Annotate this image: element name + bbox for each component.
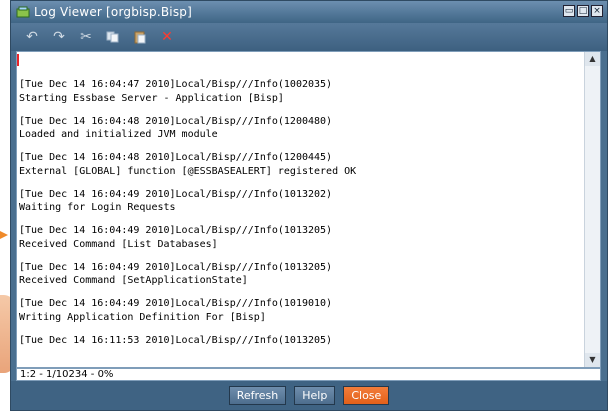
- log-entry-message: Starting Essbase Server - Application [B…: [19, 92, 284, 104]
- undo-icon[interactable]: ↶: [23, 28, 41, 46]
- background-arrow-icon: [0, 231, 8, 239]
- log-entry-header: [Tue Dec 14 16:04:49 2010]Local/Bisp///I…: [19, 261, 333, 273]
- log-entry-message: Received Command [List Databases]: [19, 238, 218, 250]
- refresh-button[interactable]: Refresh: [228, 386, 287, 405]
- log-entry-header: [Tue Dec 14 16:04:49 2010]Local/Bisp///I…: [19, 188, 333, 200]
- maximize-icon[interactable]: □: [577, 5, 589, 17]
- status-bar: 1:2 - 1/10234 - 0%: [16, 368, 601, 381]
- log-entry: [Tue Dec 14 16:11:53 2010]Local/Bisp///I…: [19, 334, 579, 348]
- cut-icon[interactable]: ✂: [77, 28, 95, 46]
- log-entry-header: [Tue Dec 14 16:04:48 2010]Local/Bisp///I…: [19, 115, 333, 127]
- log-entry: [Tue Dec 14 16:04:48 2010]Local/Bisp///I…: [19, 115, 579, 142]
- log-entry: [Tue Dec 14 16:04:48 2010]Local/Bisp///I…: [19, 151, 579, 178]
- delete-icon[interactable]: ✕: [158, 28, 176, 46]
- paste-icon[interactable]: [131, 28, 149, 46]
- log-entry: [Tue Dec 14 16:04:49 2010]Local/Bisp///I…: [19, 224, 579, 251]
- log-entry-header: [Tue Dec 14 16:04:48 2010]Local/Bisp///I…: [19, 152, 333, 163]
- help-button[interactable]: Help: [294, 386, 336, 405]
- log-entry-header: [Tue Dec 14 16:11:53 2010]Local/Bisp///I…: [19, 334, 333, 346]
- log-viewer-window: Log Viewer [orgbisp.Bisp] ▭ □ × ↶ ↷ ✂ ✕ …: [10, 0, 608, 411]
- log-entry-message: External [GLOBAL] function [@ESSBASEALER…: [19, 165, 357, 177]
- log-entry-header: [Tue Dec 14 16:04:49 2010]Local/Bisp///I…: [19, 225, 333, 236]
- log-text-area[interactable]: [Tue Dec 14 16:04:47 2010]Local/Bisp///I…: [16, 51, 601, 368]
- footer-buttons: Refresh Help Close: [11, 381, 607, 410]
- log-entry-header: [Tue Dec 14 16:04:49 2010]Local/Bisp///I…: [19, 298, 333, 309]
- window-title: Log Viewer [orgbisp.Bisp]: [34, 5, 192, 19]
- log-viewer-app-icon: [16, 6, 30, 18]
- vertical-scrollbar[interactable]: ▲ ▼: [584, 52, 600, 367]
- window-controls: ▭ □ ×: [563, 5, 603, 17]
- close-window-icon[interactable]: ×: [591, 5, 603, 17]
- copy-icon[interactable]: [104, 28, 122, 46]
- restore-icon[interactable]: ▭: [563, 5, 575, 17]
- log-content: [Tue Dec 14 16:04:47 2010]Local/Bisp///I…: [19, 78, 579, 357]
- log-entry: [Tue Dec 14 16:04:49 2010]Local/Bisp///I…: [19, 188, 579, 215]
- scroll-up-icon[interactable]: ▲: [585, 52, 600, 66]
- log-entry-message: Waiting for Login Requests: [19, 202, 176, 213]
- log-entry-message: Writing Application Definition For [Bisp…: [19, 311, 266, 323]
- text-caret: [17, 54, 19, 66]
- scroll-down-icon[interactable]: ▼: [585, 353, 600, 367]
- close-button[interactable]: Close: [343, 386, 390, 405]
- log-entry-message: Loaded and initialized JVM module: [19, 129, 218, 140]
- log-entry: [Tue Dec 14 16:04:49 2010]Local/Bisp///I…: [19, 297, 579, 324]
- title-bar[interactable]: Log Viewer [orgbisp.Bisp] ▭ □ ×: [11, 1, 607, 23]
- redo-icon[interactable]: ↷: [50, 28, 68, 46]
- toolbar: ↶ ↷ ✂ ✕: [11, 23, 607, 51]
- log-entry: [Tue Dec 14 16:04:49 2010]Local/Bisp///I…: [19, 261, 579, 288]
- log-entry-header: [Tue Dec 14 16:04:47 2010]Local/Bisp///I…: [19, 79, 333, 90]
- log-entry: [Tue Dec 14 16:04:47 2010]Local/Bisp///I…: [19, 78, 579, 105]
- log-entry-message: Received Command [SetApplicationState]: [19, 275, 248, 286]
